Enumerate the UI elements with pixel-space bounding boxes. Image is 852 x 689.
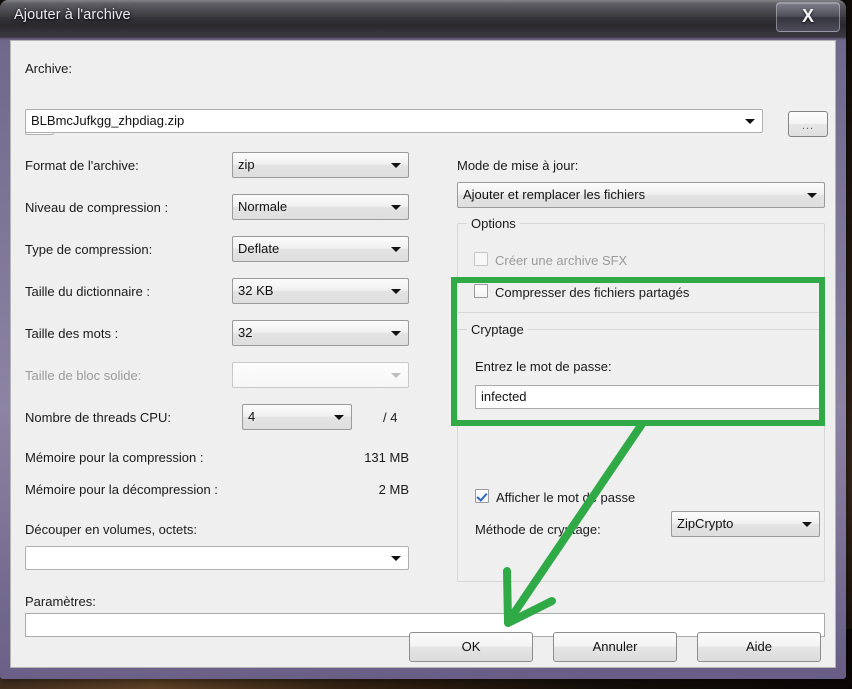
browse-dots-label: ... xyxy=(801,120,815,132)
chevron-down-icon xyxy=(391,205,401,210)
archive-label: Archive: xyxy=(25,61,72,76)
split-volumes-label: Découper en volumes, octets: xyxy=(25,522,197,537)
update-mode-combo[interactable]: Ajouter et remplacer les fichiers xyxy=(457,182,825,208)
word-size-combo[interactable]: 32 xyxy=(232,320,409,346)
cancel-button[interactable]: Annuler xyxy=(553,632,677,662)
compression-level-value: Normale xyxy=(238,199,288,214)
chevron-down-icon xyxy=(391,163,401,168)
word-size-value: 32 xyxy=(238,325,253,340)
cryptage-group-title: Cryptage xyxy=(467,322,528,337)
compression-type-label: Type de compression: xyxy=(25,242,153,257)
checkbox-create-sfx xyxy=(474,252,488,266)
chevron-down-icon xyxy=(391,247,401,252)
compression-type-value: Deflate xyxy=(238,241,280,256)
word-size-label: Taille des mots : xyxy=(25,326,119,341)
memory-decompress-value: 2 MB xyxy=(378,482,409,497)
update-mode-value: Ajouter et remplacer les fichiers xyxy=(463,187,646,202)
checkbox-show-password[interactable] xyxy=(475,489,489,503)
memory-decompress-label: Mémoire pour la décompression : xyxy=(25,482,218,497)
cpu-threads-label: Nombre de threads CPU: xyxy=(25,410,171,425)
chevron-down-icon xyxy=(391,331,401,336)
close-icon: X xyxy=(801,6,814,26)
title-bar: Ajouter à l'archive X xyxy=(0,0,846,36)
chevron-down-icon xyxy=(802,522,812,527)
encryption-method-combo[interactable]: ZipCrypto xyxy=(671,511,820,537)
update-mode-label: Mode de mise à jour: xyxy=(457,158,579,173)
format-combo[interactable]: zip xyxy=(232,152,409,178)
dialog-client-area: Archive: BLBmcJufkgg_zhpdiag.zip ... For… xyxy=(10,40,836,668)
memory-compress-value: 131 MB xyxy=(364,450,409,465)
dictionary-size-label: Taille du dictionnaire : xyxy=(25,284,151,299)
parameters-label: Paramètres: xyxy=(25,594,96,609)
chevron-down-icon xyxy=(391,289,401,294)
window-title: Ajouter à l'archive xyxy=(14,7,131,23)
create-sfx-label: Créer une archive SFX xyxy=(495,253,628,268)
chevron-down-icon xyxy=(391,556,401,561)
close-button[interactable]: X xyxy=(776,2,840,32)
chevron-down-icon xyxy=(334,415,344,420)
chevron-down-icon xyxy=(807,193,817,198)
compress-shared-label: Compresser des fichiers partagés xyxy=(495,285,690,300)
split-volumes-combo[interactable] xyxy=(25,546,409,570)
archive-path-value: BLBmcJufkgg_zhpdiag.zip xyxy=(31,113,185,128)
format-label: Format de l'archive: xyxy=(25,158,139,173)
dialog-window: Ajouter à l'archive X Archive: BLBmcJufk… xyxy=(0,0,846,679)
browse-button[interactable]: ... xyxy=(788,111,828,137)
archive-path-combo[interactable]: BLBmcJufkgg_zhpdiag.zip xyxy=(25,109,763,133)
compression-type-combo[interactable]: Deflate xyxy=(232,236,409,262)
dictionary-size-value: 32 KB xyxy=(238,283,274,298)
compression-level-combo[interactable]: Normale xyxy=(232,194,409,220)
chevron-down-icon xyxy=(745,119,755,124)
password-input[interactable]: infected xyxy=(475,385,820,409)
chevron-down-icon xyxy=(391,373,401,378)
show-password-label: Afficher le mot de passe xyxy=(496,490,636,505)
password-label: Entrez le mot de passe: xyxy=(475,359,612,374)
cpu-threads-value: 4 xyxy=(248,409,256,424)
checkbox-compress-shared[interactable] xyxy=(474,284,488,298)
format-value: zip xyxy=(238,157,255,172)
password-value: infected xyxy=(481,389,527,404)
ok-button[interactable]: OK xyxy=(409,632,533,662)
solid-block-size-combo xyxy=(232,362,409,388)
memory-compress-label: Mémoire pour la compression : xyxy=(25,450,204,465)
cpu-threads-max: / 4 xyxy=(383,410,398,425)
dictionary-size-combo[interactable]: 32 KB xyxy=(232,278,409,304)
help-button[interactable]: Aide xyxy=(697,632,821,662)
compression-level-label: Niveau de compression : xyxy=(25,200,169,215)
options-group-title: Options xyxy=(467,216,520,231)
cpu-threads-combo[interactable]: 4 xyxy=(242,404,352,430)
encryption-method-value: ZipCrypto xyxy=(677,516,734,531)
encryption-method-label: Méthode de cryptage: xyxy=(475,522,601,537)
solid-block-size-label: Taille de bloc solide: xyxy=(25,368,142,383)
